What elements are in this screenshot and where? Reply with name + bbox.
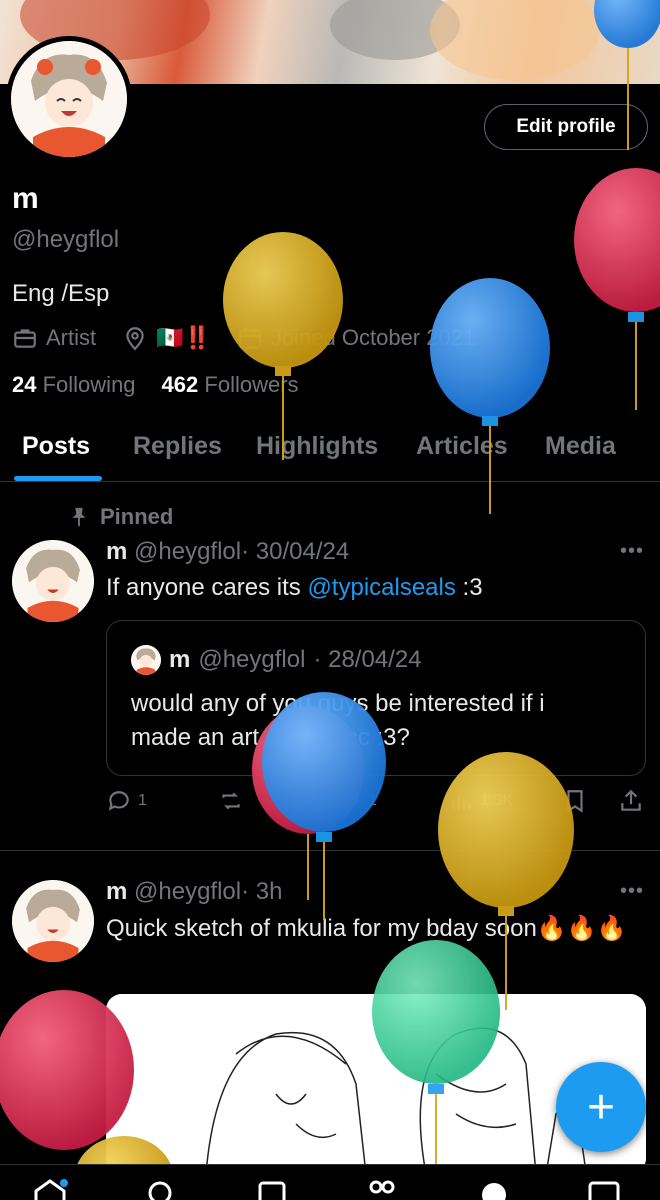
profession: Artist [12, 325, 96, 351]
more-options-icon[interactable]: ••• [620, 880, 644, 903]
home-icon[interactable] [30, 1179, 70, 1200]
banner-art [430, 0, 600, 80]
share-icon [621, 789, 641, 811]
profile-avatar[interactable] [6, 36, 132, 162]
location-pin-icon [126, 327, 144, 351]
reply-icon [108, 791, 129, 811]
balloon-red [574, 168, 660, 410]
pin-icon [72, 507, 86, 527]
pinned-indicator: Pinned [68, 504, 173, 530]
profile-meta: Artist 🇲🇽‼️ Joined October 2021 [12, 322, 493, 354]
following-label: Following [42, 372, 136, 397]
briefcase-icon [14, 329, 36, 348]
like-count: 1 [368, 792, 377, 809]
joined-label: Joined October 2021 [270, 325, 476, 350]
followers-count: 462 [161, 372, 199, 397]
post-author-handle[interactable]: @heygflol [134, 538, 241, 565]
profile-tabs: Posts Replies Highlights Articles Media [0, 420, 660, 482]
quoted-post[interactable]: m @heygflol · 28/04/24 would any of you g… [106, 620, 646, 776]
tab-highlights[interactable]: Highlights [256, 432, 378, 461]
like-button[interactable]: 1 [336, 788, 377, 814]
messages-icon[interactable] [584, 1179, 624, 1200]
post-author-name[interactable]: m [106, 538, 127, 565]
post-avatar[interactable] [12, 880, 94, 962]
post-author-handle[interactable]: @heygflol [134, 878, 241, 905]
location-label: 🇲🇽‼️ [156, 325, 211, 350]
post-avatar[interactable] [12, 540, 94, 622]
heart-icon [339, 791, 359, 811]
post-timestamp[interactable]: · 3h [241, 878, 282, 905]
more-options-icon[interactable]: ••• [620, 540, 644, 563]
quoted-author-handle: @heygflol [198, 646, 306, 673]
location: 🇲🇽‼️ [122, 325, 211, 351]
tab-media[interactable]: Media [545, 432, 616, 461]
active-tab-indicator [14, 476, 102, 481]
tab-articles[interactable]: Articles [416, 432, 508, 461]
post-header: m @heygflol· 30/04/24 [106, 538, 349, 566]
quoted-author-name: m [169, 646, 191, 673]
tab-posts[interactable]: Posts [22, 432, 90, 461]
edit-profile-button[interactable]: Edit profile [484, 104, 648, 150]
quoted-post-header: m @heygflol · 28/04/24 [131, 645, 422, 675]
following-link[interactable]: 24 Following [12, 372, 136, 398]
quoted-avatar [131, 645, 161, 675]
followers-label: Followers [204, 372, 299, 397]
grok-icon[interactable] [252, 1179, 292, 1200]
quoted-timestamp: · 28/04/24 [313, 646, 422, 673]
following-count: 24 [12, 372, 37, 397]
reply-button[interactable]: 1 [106, 788, 147, 814]
quoted-post-text: would any of you guys be interested if i… [131, 690, 545, 751]
tab-replies[interactable]: Replies [133, 432, 222, 461]
share-button[interactable] [618, 788, 644, 814]
post-text-after: :3 [455, 574, 483, 601]
followers-link[interactable]: 462 Followers [162, 372, 299, 398]
communities-icon[interactable] [362, 1179, 402, 1200]
profile-bio: Eng /Esp [12, 280, 110, 307]
notifications-icon[interactable] [474, 1179, 514, 1200]
views-count: 1.3K [480, 792, 513, 809]
post-author-name[interactable]: m [106, 878, 127, 905]
bookmark-button[interactable] [562, 788, 588, 814]
search-icon[interactable] [140, 1179, 180, 1200]
post-text-before: If anyone cares its [106, 574, 308, 601]
follow-stats: 24 Following 462 Followers [12, 372, 299, 398]
repost-icon [222, 792, 240, 810]
display-name: m [12, 182, 39, 215]
post-actions: 1 1 1.3K [106, 788, 646, 822]
profession-label: Artist [46, 325, 97, 350]
post-timestamp[interactable]: · 30/04/24 [241, 538, 349, 565]
joined-date: Joined October 2021 [237, 325, 475, 351]
reply-count: 1 [138, 792, 147, 809]
mention-link[interactable]: @typicalseals [307, 574, 455, 601]
views-button[interactable]: 1.3K [448, 788, 513, 814]
views-icon [452, 794, 471, 810]
bookmark-icon [567, 790, 583, 813]
profile-handle: @heygflol [12, 226, 120, 253]
post-header: m @heygflol· 3h [106, 878, 282, 906]
pinned-label: Pinned [100, 504, 174, 529]
calendar-icon [239, 328, 261, 349]
post-text: Quick sketch of mkulia for my bday soon🔥… [106, 915, 627, 942]
post-text: If anyone cares its @typicalseals :3 [106, 574, 483, 602]
compose-post-button[interactable]: + [556, 1062, 646, 1152]
post-divider [0, 850, 660, 851]
repost-button[interactable] [218, 788, 250, 814]
bottom-navigation [0, 1164, 660, 1200]
